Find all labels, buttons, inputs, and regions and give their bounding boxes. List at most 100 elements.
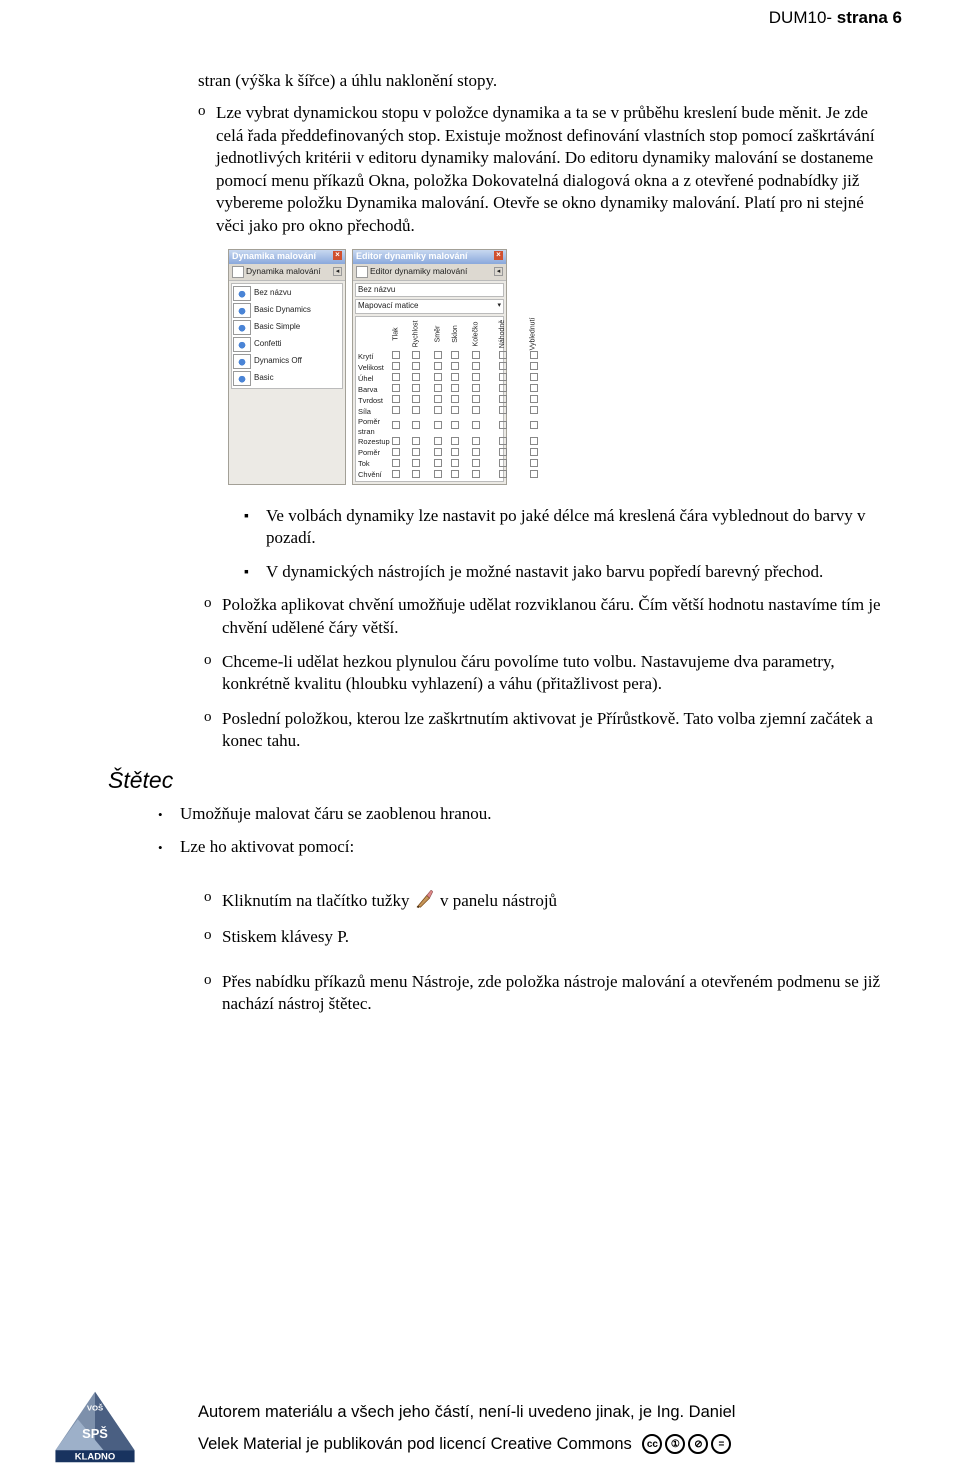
matrix-checkbox[interactable]: [412, 421, 420, 429]
matrix-checkbox[interactable]: [530, 421, 538, 429]
list-item[interactable]: Basic Simple: [233, 319, 341, 336]
panel2-menu-icon[interactable]: ◂: [494, 267, 503, 276]
matrix-checkbox[interactable]: [392, 373, 400, 381]
list-item-menu-nastroje: o Přes nabídku příkazů menu Nástroje, zd…: [204, 971, 882, 1016]
matrix-checkbox[interactable]: [392, 351, 400, 359]
list-item[interactable]: Basic: [233, 370, 341, 387]
matrix-checkbox[interactable]: [472, 470, 480, 478]
panel1-menu-icon[interactable]: ◂: [333, 267, 342, 276]
matrix-checkbox[interactable]: [472, 437, 480, 445]
matrix-checkbox[interactable]: [392, 406, 400, 414]
cc-nc-icon: ⊘: [688, 1434, 708, 1454]
matrix-checkbox[interactable]: [392, 437, 400, 445]
matrix-checkbox[interactable]: [472, 406, 480, 414]
matrix-checkbox[interactable]: [472, 351, 480, 359]
matrix-checkbox[interactable]: [499, 470, 507, 478]
matrix-checkbox[interactable]: [499, 406, 507, 414]
matrix-checkbox[interactable]: [392, 384, 400, 392]
matrix-checkbox[interactable]: [530, 406, 538, 414]
matrix-checkbox[interactable]: [451, 384, 459, 392]
list-item[interactable]: Basic Dynamics: [233, 302, 341, 319]
matrix-checkbox[interactable]: [499, 395, 507, 403]
matrix-checkbox[interactable]: [472, 459, 480, 467]
matrix-checkbox[interactable]: [412, 395, 420, 403]
matrix-row: Síla: [356, 406, 390, 417]
panel1-tab-label: Dynamika malování: [246, 266, 321, 277]
matrix-checkbox[interactable]: [434, 395, 442, 403]
matrix-checkbox[interactable]: [451, 437, 459, 445]
matrix-checkbox[interactable]: [472, 362, 480, 370]
matrix-checkbox[interactable]: [451, 373, 459, 381]
matrix-checkbox[interactable]: [392, 459, 400, 467]
matrix-checkbox[interactable]: [530, 384, 538, 392]
list-body: Poslední položkou, kterou lze zaškrtnutí…: [222, 708, 882, 753]
matrix-checkbox[interactable]: [412, 448, 420, 456]
matrix-checkbox[interactable]: [451, 421, 459, 429]
matrix-checkbox[interactable]: [530, 470, 538, 478]
matrix-checkbox[interactable]: [434, 448, 442, 456]
matrix-checkbox[interactable]: [412, 406, 420, 414]
matrix-checkbox[interactable]: [499, 362, 507, 370]
matrix-checkbox[interactable]: [499, 384, 507, 392]
matrix-checkbox[interactable]: [499, 421, 507, 429]
matrix-checkbox[interactable]: [530, 373, 538, 381]
matrix-checkbox[interactable]: [434, 362, 442, 370]
matrix-checkbox[interactable]: [499, 459, 507, 467]
matrix-checkbox[interactable]: [451, 351, 459, 359]
matrix-checkbox[interactable]: [392, 470, 400, 478]
matrix-checkbox[interactable]: [451, 362, 459, 370]
matrix-checkbox[interactable]: [451, 448, 459, 456]
matrix-checkbox[interactable]: [434, 421, 442, 429]
matrix-checkbox[interactable]: [530, 459, 538, 467]
matrix-checkbox[interactable]: [499, 437, 507, 445]
dynamics-thumb-icon: [233, 354, 251, 369]
matrix-checkbox[interactable]: [530, 437, 538, 445]
matrix-checkbox[interactable]: [472, 421, 480, 429]
close-icon[interactable]: ×: [494, 251, 503, 260]
panel2-mode-dropdown[interactable]: Mapovací matice ▾: [355, 299, 504, 314]
matrix-checkbox[interactable]: [412, 351, 420, 359]
matrix-checkbox[interactable]: [434, 437, 442, 445]
close-icon[interactable]: ×: [333, 251, 342, 260]
matrix-checkbox[interactable]: [499, 351, 507, 359]
matrix-checkbox[interactable]: [412, 470, 420, 478]
matrix-checkbox[interactable]: [451, 395, 459, 403]
matrix-checkbox[interactable]: [530, 351, 538, 359]
matrix-checkbox[interactable]: [472, 373, 480, 381]
matrix-checkbox[interactable]: [472, 384, 480, 392]
matrix-checkbox[interactable]: [451, 470, 459, 478]
list-item[interactable]: Confetti: [233, 336, 341, 353]
matrix-checkbox[interactable]: [392, 395, 400, 403]
matrix-checkbox[interactable]: [472, 448, 480, 456]
matrix-checkbox[interactable]: [392, 448, 400, 456]
matrix-checkbox[interactable]: [434, 384, 442, 392]
list-item[interactable]: Dynamics Off: [233, 353, 341, 370]
matrix-checkbox[interactable]: [412, 459, 420, 467]
matrix-checkbox[interactable]: [434, 406, 442, 414]
matrix-checkbox[interactable]: [392, 421, 400, 429]
matrix-checkbox[interactable]: [530, 362, 538, 370]
list-marker-o: o: [204, 594, 212, 614]
matrix-checkbox[interactable]: [412, 362, 420, 370]
matrix-checkbox[interactable]: [499, 373, 507, 381]
matrix-checkbox[interactable]: [451, 459, 459, 467]
list-marker-o: o: [204, 708, 212, 728]
matrix-checkbox[interactable]: [472, 395, 480, 403]
matrix-checkbox[interactable]: [530, 448, 538, 456]
matrix-checkbox[interactable]: [530, 395, 538, 403]
matrix-checkbox[interactable]: [412, 373, 420, 381]
matrix-checkbox[interactable]: [451, 406, 459, 414]
matrix-checkbox[interactable]: [434, 459, 442, 467]
list-body: Chceme-li udělat hezkou plynulou čáru po…: [222, 651, 882, 696]
matrix-checkbox[interactable]: [412, 437, 420, 445]
matrix-checkbox[interactable]: [434, 351, 442, 359]
list-item[interactable]: Bez názvu: [233, 285, 341, 302]
bullet-aktivovat: • Lze ho aktivovat pomocí:: [158, 836, 882, 858]
matrix-checkbox[interactable]: [434, 373, 442, 381]
panel2-name-field[interactable]: Bez názvu: [355, 283, 504, 298]
matrix-checkbox[interactable]: [412, 384, 420, 392]
list-item-label: Basic Dynamics: [254, 305, 311, 316]
matrix-checkbox[interactable]: [499, 448, 507, 456]
matrix-checkbox[interactable]: [392, 362, 400, 370]
matrix-checkbox[interactable]: [434, 470, 442, 478]
